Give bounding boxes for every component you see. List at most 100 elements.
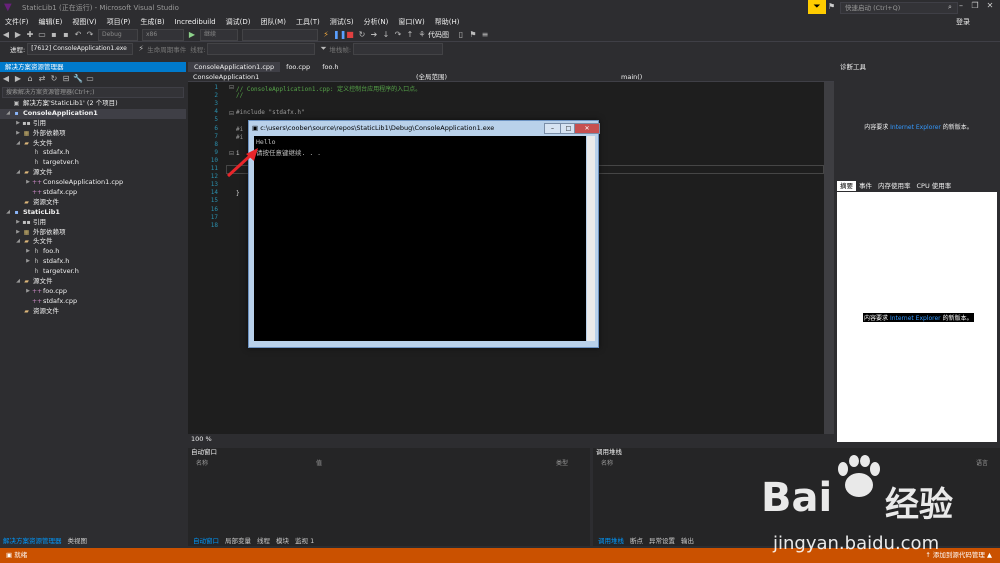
document-tab[interactable]: foo.cpp [280, 62, 316, 72]
expand-arrow-icon[interactable]: ◢ [4, 109, 12, 119]
editor-scrollbar[interactable] [824, 82, 834, 434]
continue-button[interactable]: 继续 [200, 28, 238, 41]
close-icon[interactable]: ✕ [983, 0, 997, 12]
bookmark-icon[interactable]: ⚑ [468, 30, 478, 40]
tab-class-view[interactable]: 类视图 [65, 536, 91, 547]
auto-select[interactable] [242, 28, 318, 41]
tree-item[interactable]: ◢ ▪ ConsoleApplication1 [0, 108, 186, 119]
tree-item[interactable]: ◢ ▪ StaticLib1 [0, 208, 186, 218]
expand-arrow-icon[interactable]: ◢ [14, 168, 22, 178]
expand-arrow-icon[interactable]: ◢ [14, 277, 22, 287]
diagnostics-tab[interactable]: 摘要 [837, 181, 856, 191]
tree-item[interactable]: ▶ ++ ConsoleApplication1.cpp [0, 178, 186, 188]
call-stack-tab[interactable]: 断点 [627, 536, 646, 547]
tree-item[interactable]: ▣ 解决方案'StaticLib1' (2 个项目) [0, 99, 186, 109]
tree-item[interactable]: ▶ ++ foo.cpp [0, 287, 186, 297]
notification-filter-icon[interactable]: ⏷ [808, 0, 826, 14]
tree-item[interactable]: ▶ ▦ 外部依赖项 [0, 129, 186, 139]
call-stack-tab[interactable]: 调用堆栈 [595, 536, 627, 547]
refresh-icon[interactable]: ↻ [49, 74, 59, 84]
tree-item[interactable]: ▰ 资源文件 [0, 198, 186, 208]
fold-toggle-icon[interactable]: ⊟ [229, 84, 234, 91]
call-stack-tab[interactable]: 异常设置 [646, 536, 678, 547]
tree-item[interactable]: ◢ ▰ 源文件 [0, 168, 186, 178]
preview-icon[interactable]: ▭ [85, 74, 95, 84]
tree-item[interactable]: ++ stdafx.cpp [0, 188, 186, 198]
tree-item[interactable]: h targetver.h [0, 267, 186, 277]
code-map-button[interactable]: 代码图 [428, 30, 449, 40]
undo-icon[interactable]: ↶ [73, 30, 83, 40]
tree-item[interactable]: ◢ ▰ 源文件 [0, 277, 186, 287]
expand-arrow-icon[interactable]: ◢ [14, 139, 22, 149]
filter-icon[interactable]: ⏷ [318, 44, 328, 54]
tree-item[interactable]: ▶ h stdafx.h [0, 257, 186, 267]
menu-item[interactable]: 编辑(E) [39, 17, 63, 27]
expand-arrow-icon[interactable]: ▶ [14, 228, 22, 238]
diagnostics-tab[interactable]: 内存使用率 [875, 181, 914, 191]
fold-toggle-icon[interactable]: ⊟ [229, 110, 234, 117]
scope-nav-select[interactable]: (全局范围) [411, 72, 616, 82]
search-icon[interactable]: ⌕ [948, 3, 952, 12]
stackframe-select[interactable] [353, 43, 444, 55]
diagnostics-tab[interactable]: CPU 使用率 [914, 181, 955, 191]
tree-item[interactable]: h stdafx.h [0, 148, 186, 158]
menu-item[interactable]: 生成(B) [140, 17, 164, 27]
menu-item[interactable]: 分析(N) [364, 17, 389, 27]
autos-tab[interactable]: 自动窗口 [190, 536, 222, 547]
tree-item[interactable]: ▰ 资源文件 [0, 307, 186, 317]
lifecycle-events-icon[interactable]: ⚡ [136, 44, 146, 54]
restart-icon[interactable]: ↻ [357, 30, 367, 40]
menu-item[interactable]: 调试(D) [226, 17, 251, 27]
zoom-level[interactable]: 100 % [188, 434, 834, 444]
expand-arrow-icon[interactable]: ▶ [24, 247, 32, 257]
lifecycle-events-button[interactable]: 生命周期事件 [147, 44, 186, 54]
show-next-statement-icon[interactable]: ➔ [369, 30, 379, 40]
document-tab[interactable]: ConsoleApplication1.cpp [188, 62, 281, 72]
tree-item[interactable]: ▶ ▪▪ 引用 [0, 218, 186, 228]
properties-icon[interactable]: 🔧 [73, 74, 83, 84]
quick-launch-input[interactable]: 快速启动 (Ctrl+Q) [840, 2, 958, 14]
tree-item[interactable]: ▶ ▦ 外部依赖项 [0, 228, 186, 238]
expand-arrow-icon[interactable]: ▶ [24, 257, 32, 267]
continue-icon[interactable]: ▶ [187, 30, 197, 40]
call-stack-tab[interactable]: 输出 [678, 536, 697, 547]
minimize-icon[interactable]: – [954, 0, 968, 12]
tree-item[interactable]: h targetver.h [0, 158, 186, 168]
menu-item[interactable]: 工具(T) [296, 17, 320, 27]
hot-reload-icon[interactable]: ⚡ [321, 30, 331, 40]
expand-arrow-icon[interactable]: ▶ [24, 287, 32, 297]
tree-item[interactable]: ++ stdafx.cpp [0, 297, 186, 307]
save-icon[interactable]: ▪ [49, 30, 59, 40]
function-nav-select[interactable]: main() [616, 72, 642, 82]
platform-select[interactable]: x86 [142, 28, 184, 41]
config-select[interactable]: Debug [98, 28, 138, 41]
save-all-icon[interactable]: ▪ [61, 30, 71, 40]
back-icon[interactable]: ◀ [1, 74, 11, 84]
project-nav-select[interactable]: ConsoleApplication1 [188, 72, 411, 82]
autos-tab[interactable]: 线程 [254, 536, 273, 547]
menu-item[interactable]: Incredibuild [175, 18, 216, 26]
toggle-comment-icon[interactable]: ▯ [456, 30, 466, 40]
menu-item[interactable]: 团队(M) [260, 17, 286, 27]
step-over-icon[interactable]: ↷ [393, 30, 403, 40]
menu-item[interactable]: 文件(F) [5, 17, 29, 27]
feedback-flag-icon[interactable]: ⚑ [828, 2, 835, 11]
solution-search-input[interactable]: 搜索解决方案资源管理器(Ctrl+;) [2, 87, 184, 98]
new-item-icon[interactable]: ✚ [25, 30, 35, 40]
menu-item[interactable]: 测试(S) [330, 17, 354, 27]
forward-icon[interactable]: ▶ [13, 74, 23, 84]
menu-item[interactable]: 窗口(W) [398, 17, 424, 27]
diagnostics-tab[interactable]: 事件 [856, 181, 875, 191]
redo-icon[interactable]: ↷ [85, 30, 95, 40]
code-map-icon[interactable]: ⚘ [417, 30, 427, 40]
tree-item[interactable]: ◢ ▰ 头文件 [0, 139, 186, 149]
pause-icon[interactable]: ❚❚ [333, 30, 346, 40]
tree-item[interactable]: ▶ ▪▪ 引用 [0, 119, 186, 129]
process-select[interactable]: [7612] ConsoleApplication1.exe [27, 43, 134, 55]
open-icon[interactable]: ▭ [37, 30, 47, 40]
console-close-icon[interactable]: ✕ [574, 123, 600, 134]
thread-select[interactable] [207, 43, 316, 55]
tree-item[interactable]: ◢ ▰ 头文件 [0, 237, 186, 247]
expand-arrow-icon[interactable]: ▶ [14, 129, 22, 139]
expand-arrow-icon[interactable]: ◢ [14, 237, 22, 247]
